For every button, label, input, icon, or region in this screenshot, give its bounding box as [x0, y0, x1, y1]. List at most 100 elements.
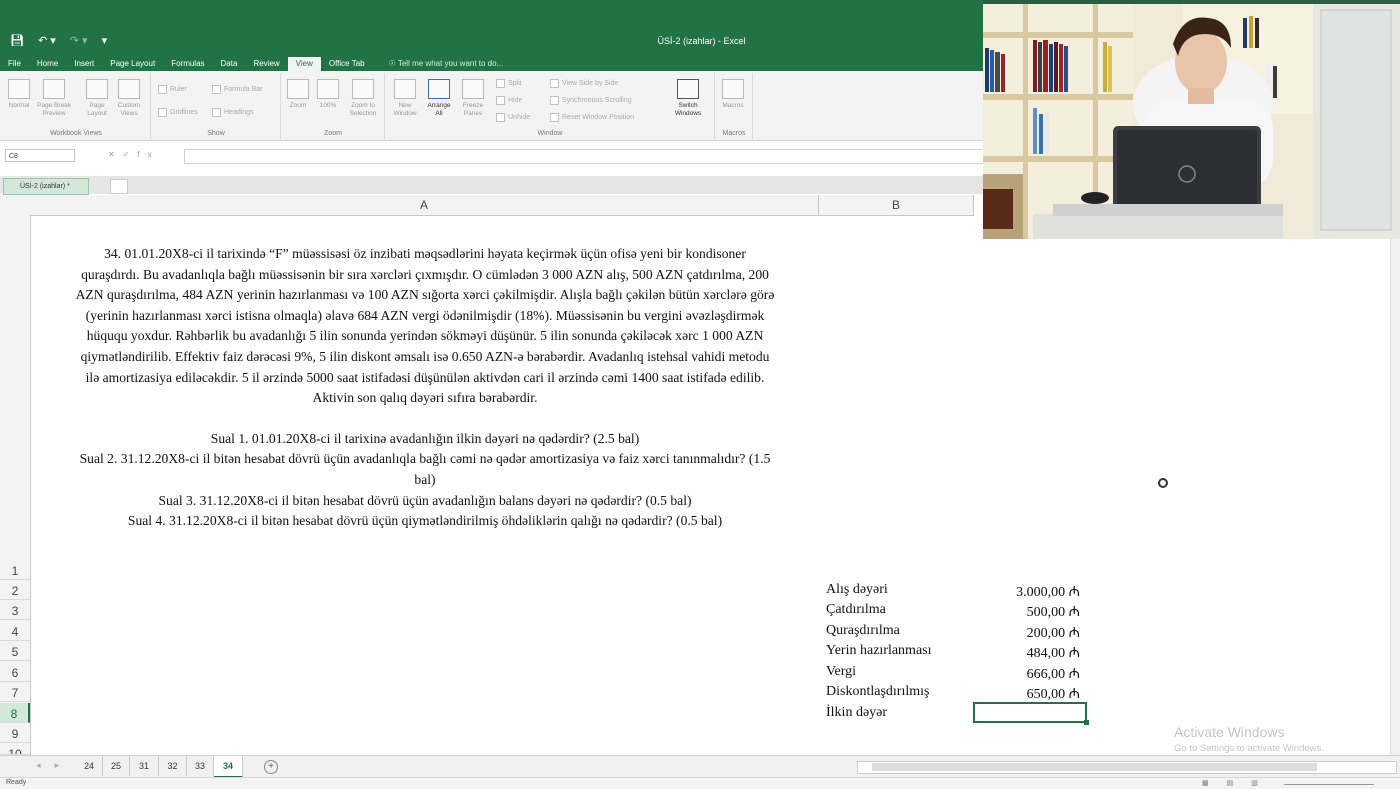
side-by-side-label: View Side by Side — [562, 80, 619, 87]
view-mode-icons[interactable]: ▦▤▥ — [1202, 779, 1276, 787]
ruler-checkbox[interactable]: Ruler — [158, 85, 187, 94]
cell-label-yerin[interactable]: Yerin hazırlanması — [826, 643, 932, 659]
custom-views-button[interactable]: Custom Views — [116, 79, 142, 118]
macros-btn-label: Macros — [722, 102, 744, 109]
reset-window-position-button[interactable]: Reset Window Position — [550, 113, 634, 122]
zoom-100-button[interactable]: 100% — [315, 79, 341, 110]
sheet-tab-25[interactable]: 25 — [103, 756, 130, 776]
tab-view[interactable]: View — [287, 57, 321, 71]
cell-value-yerin[interactable]: 484,00 ₼ — [1027, 643, 1080, 662]
sheet-tab-32[interactable]: 32 — [159, 756, 187, 776]
formula-bar-checkbox[interactable]: Formula Bar — [212, 85, 263, 94]
cell-value-catdirilma[interactable]: 500,00 ₼ — [1027, 602, 1080, 621]
custom-views-icon — [118, 79, 140, 99]
mouse-cursor-icon — [1158, 478, 1168, 488]
view-side-by-side-button[interactable]: View Side by Side — [550, 79, 618, 88]
normal-view-button[interactable]: Normal — [6, 79, 32, 110]
row-header-3[interactable]: 3 — [0, 600, 30, 620]
tell-me-search[interactable]: ☉ Tell me what you want to do... — [381, 57, 512, 71]
tab-formulas[interactable]: Formulas — [163, 57, 212, 71]
cell-label-ilkin[interactable]: İlkin dəyər — [826, 705, 887, 721]
macros-button[interactable]: Macros — [720, 79, 746, 110]
arrange-all-button[interactable]: Arrange All — [426, 79, 452, 118]
question-2: Sual 2. 31.12.20X8-ci il bitən hesabat d… — [79, 451, 771, 467]
add-sheet-icon[interactable]: + — [264, 760, 278, 774]
cell-label-catdirilma[interactable]: Çatdırılma — [826, 602, 886, 618]
zoom-slider[interactable] — [1284, 784, 1374, 785]
hide-button[interactable]: Hide — [496, 96, 522, 105]
sheet-tab-33[interactable]: 33 — [187, 756, 214, 776]
row-header-6[interactable]: 6 — [0, 662, 30, 682]
question-2-cont: bal) — [414, 471, 436, 487]
formula-bar-label: Formula Bar — [224, 86, 263, 93]
column-header-a[interactable]: A — [30, 195, 819, 216]
tab-home[interactable]: Home — [29, 57, 66, 71]
switch-windows-button[interactable]: Switch Windows — [670, 79, 706, 118]
page-break-preview-button[interactable]: Page Break Preview — [36, 79, 72, 118]
selected-cell-c8[interactable] — [973, 702, 1089, 725]
tab-office-tab[interactable]: Office Tab — [321, 57, 373, 71]
row-header-4[interactable]: 4 — [0, 621, 30, 641]
horizontal-scroll-thumb[interactable] — [872, 763, 1317, 771]
page-layout-view-button[interactable]: Page Layout — [84, 79, 110, 118]
cell-value-qurasdirilma[interactable]: 200,00 ₼ — [1027, 623, 1080, 642]
split-button[interactable]: Split — [496, 79, 522, 88]
unhide-button[interactable]: Unhide — [496, 113, 530, 122]
formula-input[interactable] — [184, 149, 985, 164]
problem-text-box[interactable]: 34. 01.01.20X8-ci il tarixində “F” müəss… — [35, 244, 815, 532]
page-break-icon — [43, 79, 65, 99]
gridlines-checkbox[interactable]: Gridlines — [158, 108, 198, 117]
tab-page-layout[interactable]: Page Layout — [102, 57, 163, 71]
cell-label-vergi[interactable]: Vergi — [826, 664, 856, 680]
cell-value-vergi[interactable]: 666,00 ₼ — [1027, 664, 1080, 683]
tab-data[interactable]: Data — [213, 57, 246, 71]
question-4: Sual 4. 31.12.20X8-ci il bitən hesabat d… — [127, 513, 723, 529]
zoom-button[interactable]: Zoom — [285, 79, 311, 110]
zoom-selection-label: Zoom to Selection — [349, 102, 377, 117]
sheet-nav-arrows-icon[interactable]: ◂▸ — [36, 760, 73, 771]
cell-label-alis[interactable]: Alış dəyəri — [826, 582, 888, 598]
zoom-to-selection-button[interactable]: Zoom to Selection — [344, 79, 382, 118]
fx-icon[interactable]: ✕✓fx — [108, 150, 160, 159]
row-header-7[interactable]: 7 — [0, 682, 30, 702]
new-window-label: New Window — [393, 102, 417, 117]
name-box[interactable]: C8 — [5, 149, 75, 162]
sheet-tab-24[interactable]: 24 — [76, 756, 103, 776]
row-header-9[interactable]: 9 — [0, 723, 30, 743]
tab-file[interactable]: File — [0, 57, 29, 71]
row-header-10[interactable]: 10 — [0, 743, 30, 755]
row-header-5[interactable]: 5 — [0, 641, 30, 661]
problem-line: 34. 01.01.20X8-ci il tarixində “F” müəss… — [104, 246, 746, 261]
freeze-panes-button[interactable]: Freeze Panes — [460, 79, 486, 118]
column-header-b[interactable]: B — [819, 195, 974, 216]
webcam-scene-image — [983, 4, 1400, 239]
webcam-overlay — [983, 4, 1400, 239]
problem-line: quraşdırdı. Bu avadanlıqla bağlı müəssis… — [81, 266, 769, 282]
window-title: ÜSİ-2 (izahlar) - Excel — [657, 36, 746, 46]
cell-label-qurasdirilma[interactable]: Quraşdırılma — [826, 623, 900, 639]
workbook-tab-label: ÜSİ-2 (izahlar) * — [20, 183, 70, 190]
gridlines-label: Gridlines — [170, 109, 198, 116]
headings-checkbox[interactable]: Headings — [212, 108, 254, 117]
select-all-corner[interactable] — [0, 195, 31, 216]
cell-value-alis[interactable]: 3.000,00 ₼ — [1016, 582, 1080, 601]
vertical-scrollbar[interactable] — [1390, 239, 1400, 755]
workbook-tab[interactable]: ÜSİ-2 (izahlar) * — [3, 178, 89, 195]
tab-review[interactable]: Review — [245, 57, 287, 71]
synchronous-scrolling-button[interactable]: Synchronous Scrolling — [550, 96, 632, 105]
cell-label-diskont[interactable]: Diskontlaşdırılmış — [826, 684, 929, 700]
switch-windows-icon — [677, 79, 699, 99]
sheet-tab-31[interactable]: 31 — [130, 756, 159, 776]
cell-value-diskont[interactable]: 650,00 ₼ — [1027, 684, 1080, 703]
new-window-button[interactable]: New Window — [392, 79, 418, 118]
zoom-100-icon — [317, 79, 339, 99]
split-label: Split — [508, 80, 522, 87]
horizontal-scrollbar[interactable] — [857, 761, 1397, 774]
row-header-2[interactable]: 2 — [0, 580, 30, 600]
row-header-1[interactable]: 1 — [0, 560, 30, 580]
row-header-8[interactable]: 8 — [0, 703, 30, 723]
sheet-tab-34[interactable]: 34 — [214, 756, 243, 778]
tab-insert[interactable]: Insert — [66, 57, 102, 71]
new-workbook-tab-button[interactable] — [110, 179, 128, 194]
sheet-tabs-bar: ◂▸ 24 25 31 32 33 34 + — [0, 755, 1400, 778]
